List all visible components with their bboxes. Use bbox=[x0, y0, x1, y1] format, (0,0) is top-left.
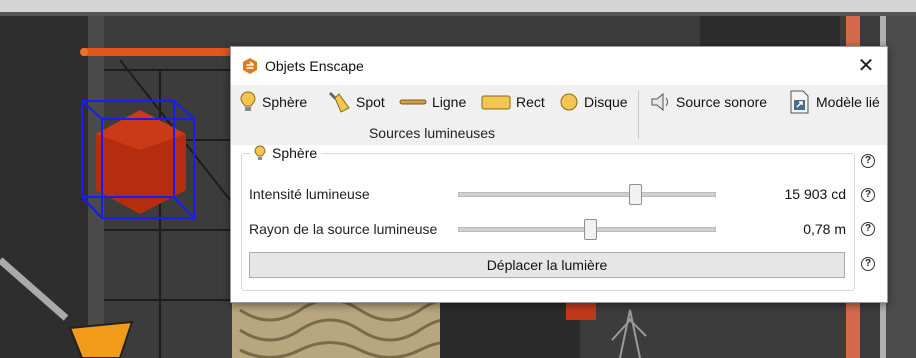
sound-source-label: Source sonore bbox=[676, 94, 768, 110]
speaker-icon bbox=[651, 92, 668, 112]
help-icon-radius[interactable]: ? bbox=[861, 222, 875, 236]
linked-model-button[interactable]: Modèle lié bbox=[787, 89, 880, 115]
window-title: Objets Enscape bbox=[265, 58, 364, 74]
bulb-icon bbox=[240, 91, 256, 111]
line-light-icon bbox=[399, 99, 427, 105]
rect-label: Rect bbox=[516, 94, 545, 110]
line-light-button[interactable]: Ligne bbox=[399, 89, 466, 115]
linked-model-icon bbox=[790, 90, 809, 114]
rect-light-icon bbox=[481, 95, 511, 110]
spot-label: Spot bbox=[356, 94, 385, 110]
radius-value: 0,78 m bbox=[803, 221, 846, 237]
disk-light-button[interactable]: Disque bbox=[559, 89, 628, 115]
enscape-logo-icon bbox=[243, 58, 257, 74]
intensity-label: Intensité lumineuse bbox=[249, 186, 370, 202]
title-bar[interactable]: Objets Enscape ✕ bbox=[231, 47, 887, 85]
linked-model-label: Modèle lié bbox=[816, 94, 880, 110]
ribbon-toolbar: Sphère Spot Ligne Rect Disque Sources lu… bbox=[231, 85, 887, 145]
group-legend: Sphère bbox=[250, 145, 322, 161]
intensity-value: 15 903 cd bbox=[784, 186, 847, 202]
radius-label: Rayon de la source lumineuse bbox=[249, 221, 438, 237]
bulb-icon bbox=[254, 145, 266, 160]
intensity-slider-thumb[interactable] bbox=[629, 184, 642, 205]
spot-light-button[interactable]: Spot bbox=[327, 89, 385, 115]
move-light-button[interactable]: Déplacer la lumière bbox=[249, 252, 845, 278]
line-label: Ligne bbox=[432, 94, 467, 110]
rect-light-button[interactable]: Rect bbox=[481, 89, 545, 115]
disk-light-icon bbox=[560, 93, 578, 111]
disk-label: Disque bbox=[584, 94, 628, 110]
legend-label: Sphère bbox=[272, 145, 318, 161]
help-icon-intensity[interactable]: ? bbox=[861, 188, 875, 202]
light-sources-group-label: Sources lumineuses bbox=[368, 125, 496, 141]
help-icon-move[interactable]: ? bbox=[861, 257, 875, 271]
spot-icon bbox=[328, 91, 350, 113]
sphere-label: Sphère bbox=[262, 94, 308, 110]
sphere-light-button[interactable]: Sphère bbox=[239, 89, 307, 115]
radius-slider-thumb[interactable] bbox=[584, 219, 597, 240]
sound-source-button[interactable]: Source sonore bbox=[649, 89, 767, 115]
enscape-objects-dialog: Objets Enscape ✕ Sphère Spot Ligne Rect … bbox=[230, 46, 888, 303]
close-button[interactable]: ✕ bbox=[851, 53, 881, 79]
ribbon-separator bbox=[638, 91, 639, 139]
sphere-properties-group: Sphère Intensité lumineuse 15 903 cd Ray… bbox=[241, 145, 855, 291]
intensity-slider-track[interactable] bbox=[458, 192, 716, 197]
help-icon-legend[interactable]: ? bbox=[861, 154, 875, 168]
